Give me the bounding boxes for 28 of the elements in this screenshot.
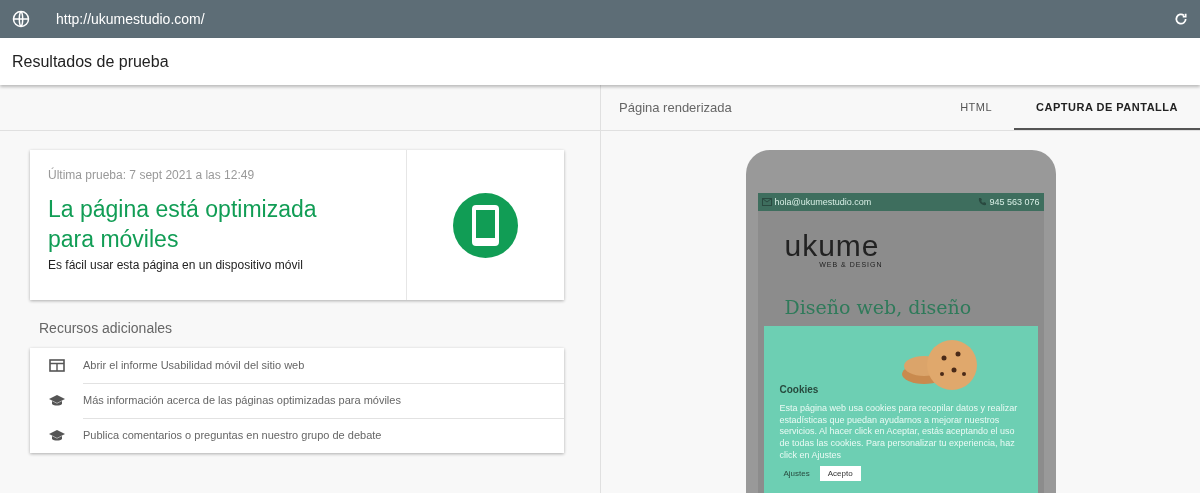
result-description: Es fácil usar esta página en un dispositivo móvil (48, 258, 304, 272)
browser-window-icon (48, 359, 65, 372)
accept-button[interactable]: Acepto (819, 465, 861, 481)
site-logo: ukume (784, 231, 881, 261)
email-text[interactable]: hola@ukumestudio.com (774, 197, 872, 207)
mobile-phone-icon (453, 192, 518, 258)
tab[interactable]: HTML (938, 85, 1015, 130)
phone-number[interactable]: 945 563 076 (989, 197, 1040, 207)
resource-link[interactable]: Más información acerca de las páginas optimizadas para móviles (30, 383, 564, 418)
site-heading: Diseño web, diseño (784, 296, 973, 318)
graduation-cap-icon (48, 394, 65, 407)
cookie-title: Cookies (779, 384, 820, 395)
cookie-text: Esta página web usa cookies para recopilar datos y realizar estadísticas que puedan ayudarnos a mejorar nuestros servicios. Al hacer click en Aceptar, estás aceptando el uso de todas las cookies. Para personalizar tu experiencia, haz click en Ajustes (779, 403, 1019, 462)
globe-icon (12, 10, 30, 28)
reload-icon[interactable] (1174, 12, 1188, 26)
panel-title: Página renderizada (619, 100, 733, 115)
phone-icon (978, 198, 987, 206)
settings-link[interactable]: Ajustes (779, 468, 814, 478)
last-test-date: Última prueba: 7 sept 2021 a las 12:49 (48, 168, 256, 182)
graduation-cap-icon (48, 429, 65, 442)
section-title: Recursos adicionales (39, 320, 174, 336)
page-title: Resultados de prueba (12, 52, 169, 71)
result-headline: La página está optimizada para móviles (48, 195, 318, 254)
resource-link[interactable]: Publica comentarios o preguntas en nuestro grupo de debate (30, 418, 564, 453)
address-url: http://ukumestudio.com/ (56, 11, 206, 27)
mail-icon (761, 198, 772, 206)
resource-link[interactable]: Abrir el informe Usabilidad móvil del sitio web (30, 348, 564, 383)
tab[interactable]: CAPTURA DE PANTALLA (1014, 85, 1200, 130)
